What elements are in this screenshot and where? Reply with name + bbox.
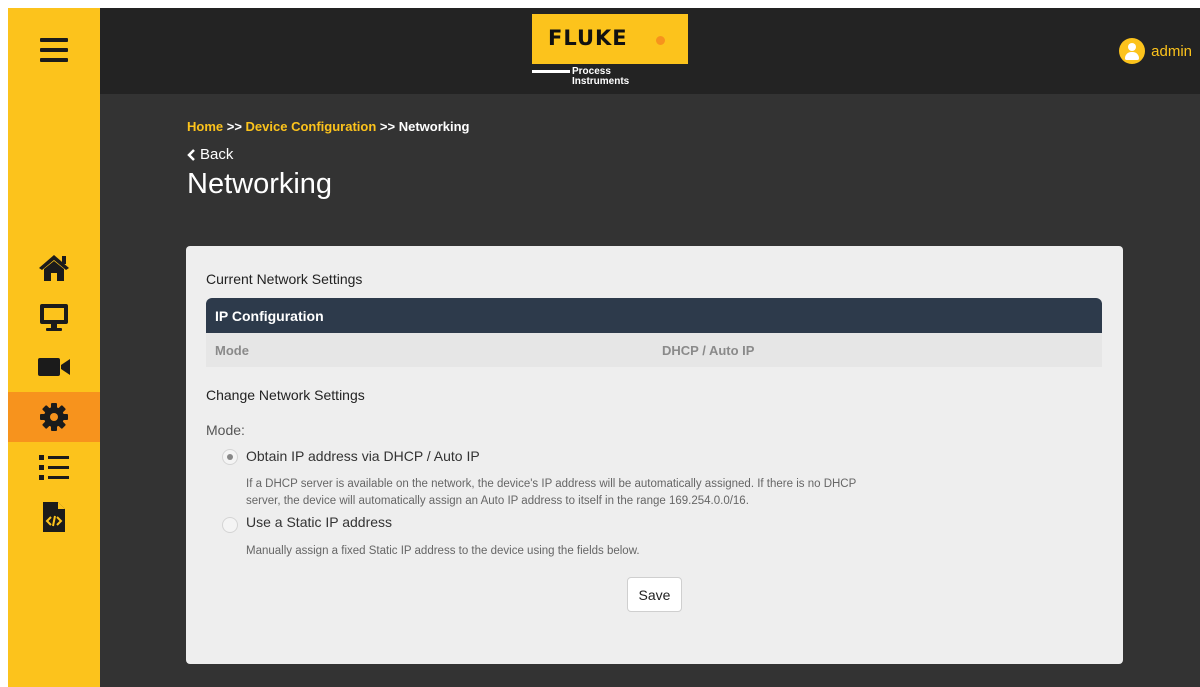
dhcp-option-description: If a DHCP server is available on the net… <box>246 478 857 507</box>
current-settings-title: Current Network Settings <box>206 271 363 287</box>
breadcrumb: Home >> Device Configuration >> Networki… <box>187 119 470 134</box>
change-settings-title: Change Network Settings <box>206 387 365 403</box>
sidebar-item-monitor[interactable] <box>8 292 100 342</box>
home-icon <box>39 255 69 281</box>
back-link[interactable]: Back <box>187 146 233 163</box>
mode-cell-label: Mode <box>215 343 249 358</box>
top-header: FLUKE Process Instruments admin <box>100 8 1200 94</box>
sidebar-item-home[interactable] <box>8 242 100 292</box>
sidebar-item-list[interactable] <box>8 442 100 492</box>
back-label: Back <box>200 146 234 163</box>
sidebar-item-video[interactable] <box>8 342 100 392</box>
breadcrumb-current: Networking <box>398 119 470 134</box>
left-edge <box>0 0 8 687</box>
fluke-logo: FLUKE Process Instruments <box>532 14 688 94</box>
logo-brand-text: FLUKE <box>548 26 628 50</box>
user-menu[interactable]: admin <box>1119 38 1192 64</box>
gear-icon <box>40 403 68 431</box>
radio-dhcp[interactable] <box>222 449 238 465</box>
mode-cell-value: DHCP / Auto IP <box>662 343 755 358</box>
logo-subtitle: Process Instruments <box>572 66 630 87</box>
save-button[interactable]: Save <box>627 577 682 612</box>
network-settings-card: Current Network Settings IP Configuratio… <box>186 246 1123 664</box>
code-file-icon <box>43 502 65 532</box>
list-icon <box>39 455 69 480</box>
breadcrumb-home[interactable]: Home <box>187 119 223 134</box>
dhcp-option-label[interactable]: Obtain IP address via DHCP / Auto IP <box>246 448 480 464</box>
mode-label: Mode: <box>206 422 245 438</box>
chevron-left-icon <box>187 148 195 161</box>
registered-mark-icon <box>656 36 665 45</box>
static-ip-option-label[interactable]: Use a Static IP address <box>246 514 392 530</box>
page-title: Networking <box>187 168 333 200</box>
table-row: Mode DHCP / Auto IP <box>206 333 1102 367</box>
sidebar-item-code-file[interactable] <box>8 492 100 542</box>
sidebar-item-settings[interactable] <box>8 392 100 442</box>
monitor-icon <box>40 304 68 331</box>
video-camera-icon <box>38 358 70 376</box>
ip-configuration-header: IP Configuration <box>206 298 1102 333</box>
breadcrumb-device-configuration[interactable]: Device Configuration <box>246 119 377 134</box>
static-ip-option-description: Manually assign a fixed Static IP addres… <box>246 545 640 557</box>
user-avatar-icon <box>1119 38 1146 64</box>
user-name: admin <box>1151 42 1192 60</box>
sidebar <box>8 8 100 687</box>
main-content: Home >> Device Configuration >> Networki… <box>100 94 1200 687</box>
radio-static-ip[interactable] <box>222 517 238 533</box>
hamburger-menu-icon[interactable] <box>38 34 72 66</box>
